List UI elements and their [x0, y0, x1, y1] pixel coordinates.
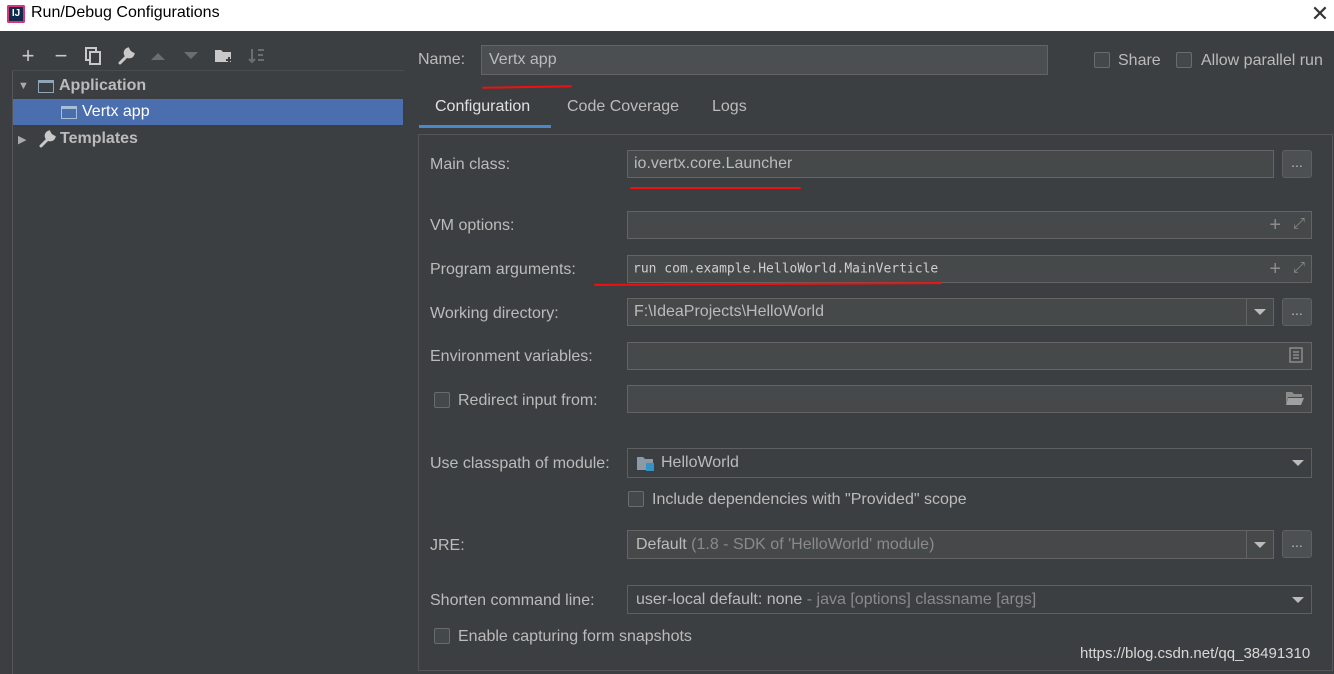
include-dependencies-label: Include dependencies with "Provided" sco… — [652, 491, 967, 508]
sort-icon[interactable] — [245, 44, 269, 68]
move-down-icon[interactable] — [179, 44, 203, 68]
intellij-app-icon: IJ — [7, 5, 25, 23]
title-bar: IJ Run/Debug Configurations ✕ — [0, 0, 1334, 31]
expanded-arrow-icon[interactable]: ▼ — [18, 80, 30, 92]
working-directory-dropdown[interactable]: F:\IdeaProjects\HelloWorld — [627, 298, 1274, 326]
share-label: Share — [1118, 52, 1161, 69]
jre-browse-button[interactable]: ... — [1282, 530, 1312, 558]
tab-logs[interactable]: Logs — [712, 98, 747, 132]
shorten-command-line-label: Shorten command line: — [430, 592, 595, 609]
redirect-input-checkbox[interactable] — [434, 392, 450, 408]
tree-item-application[interactable]: ▼ Application — [13, 73, 403, 99]
chevron-down-icon[interactable] — [1285, 586, 1311, 613]
application-icon — [61, 105, 77, 119]
vm-options-label: VM options: — [430, 217, 515, 234]
chevron-down-icon[interactable] — [1285, 449, 1311, 477]
wrench-icon[interactable] — [114, 44, 138, 68]
main-class-input[interactable]: io.vertx.core.Launcher — [627, 150, 1274, 178]
chevron-down-icon[interactable] — [1246, 531, 1273, 558]
edit-list-icon[interactable] — [1289, 347, 1303, 368]
left-panel: + − ▼ Application Vertx app ▶ Templates — [0, 31, 410, 674]
module-folder-icon — [636, 455, 656, 476]
tree-item-vertx-app[interactable]: Vertx app — [13, 99, 403, 125]
enable-snapshots-label: Enable capturing form snapshots — [458, 628, 692, 645]
name-label: Name: — [418, 51, 466, 68]
close-icon[interactable]: ✕ — [1309, 2, 1331, 26]
jre-label: JRE: — [430, 537, 465, 554]
plus-icon[interactable]: + — [1269, 258, 1281, 281]
jre-dropdown[interactable]: Default (1.8 - SDK of 'HelloWorld' modul… — [627, 530, 1274, 559]
add-configuration-button[interactable]: + — [16, 43, 40, 68]
expand-icon[interactable]: ⤢ — [1293, 215, 1305, 232]
folder-icon[interactable] — [1285, 390, 1305, 411]
main-class-browse-button[interactable]: ... — [1282, 150, 1312, 178]
include-dependencies-checkbox[interactable] — [628, 491, 644, 507]
copy-configuration-icon[interactable] — [81, 44, 105, 68]
collapsed-arrow-icon[interactable]: ▶ — [18, 133, 30, 146]
plus-icon[interactable]: + — [1269, 214, 1281, 237]
window-title: Run/Debug Configurations — [31, 4, 220, 21]
classpath-module-dropdown[interactable]: HelloWorld — [627, 448, 1312, 478]
program-arguments-label: Program arguments: — [430, 261, 576, 278]
tree-item-templates[interactable]: ▶ Templates — [13, 126, 403, 152]
configuration-tree: ▼ Application Vertx app ▶ Templates — [12, 70, 404, 674]
share-checkbox[interactable] — [1094, 52, 1110, 68]
enable-snapshots-checkbox[interactable] — [434, 628, 450, 644]
active-tab-indicator — [419, 125, 551, 128]
vm-options-input[interactable]: + ⤢ — [627, 211, 1312, 239]
remove-configuration-button[interactable]: − — [49, 43, 73, 68]
allow-parallel-run-label: Allow parallel run — [1201, 52, 1323, 69]
chevron-down-icon[interactable] — [1246, 299, 1273, 325]
annotation-underline — [630, 187, 801, 189]
name-input[interactable]: Vertx app — [481, 45, 1048, 75]
move-up-icon[interactable] — [146, 44, 170, 68]
working-directory-label: Working directory: — [430, 305, 559, 322]
redirect-input-label: Redirect input from: — [458, 392, 598, 409]
watermark: https://blog.csdn.net/qq_38491310 — [1080, 645, 1311, 662]
new-folder-icon[interactable] — [212, 44, 236, 68]
annotation-underline — [481, 85, 573, 89]
expand-icon[interactable]: ⤢ — [1293, 259, 1305, 276]
tab-code-coverage[interactable]: Code Coverage — [567, 98, 679, 132]
environment-variables-input[interactable] — [627, 342, 1312, 370]
shorten-command-line-dropdown[interactable]: user-local default: none - java [options… — [627, 585, 1312, 614]
redirect-input-field[interactable] — [627, 385, 1312, 413]
main-class-label: Main class: — [430, 156, 511, 173]
wrench-icon — [38, 130, 56, 148]
working-directory-browse-button[interactable]: ... — [1282, 298, 1312, 326]
allow-parallel-run-checkbox[interactable] — [1176, 52, 1192, 68]
environment-variables-label: Environment variables: — [430, 348, 593, 365]
application-icon — [38, 79, 54, 93]
classpath-module-label: Use classpath of module: — [430, 455, 610, 472]
program-arguments-input[interactable]: run com.example.HelloWorld.MainVerticle … — [627, 255, 1312, 283]
